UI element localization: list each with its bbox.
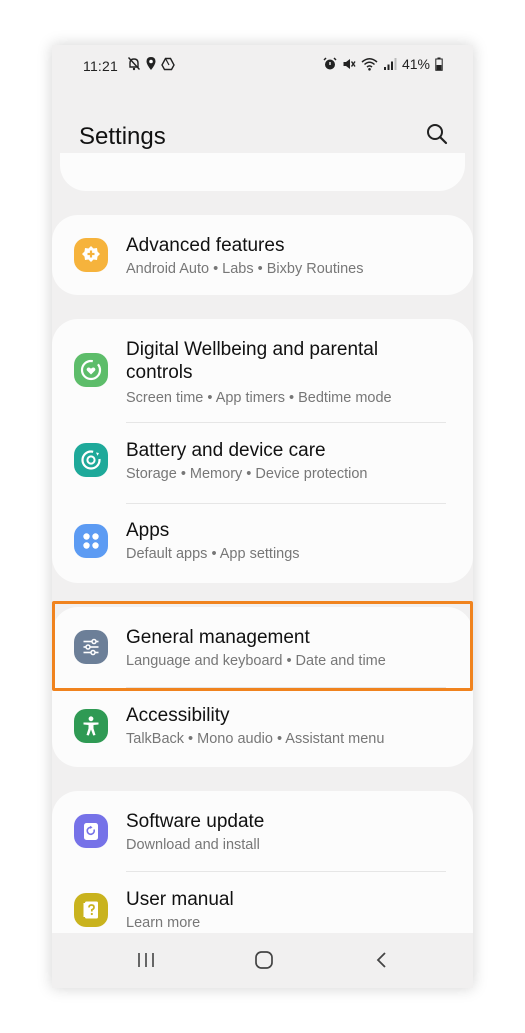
apps-icon [74, 524, 108, 558]
item-accessibility[interactable]: Accessibility TalkBack • Mono audio • As… [52, 688, 473, 767]
alarm-icon [323, 57, 337, 70]
general-management-title: General management [126, 627, 310, 648]
apps-subtitle: Default apps • App settings [126, 546, 300, 562]
drive-icon [161, 57, 175, 70]
accessibility-title: Accessibility [126, 705, 230, 726]
location-icon [146, 57, 156, 70]
signal-icon [383, 58, 397, 70]
home-icon [255, 951, 273, 969]
previous-card-peek [60, 153, 465, 191]
software-update-title: Software update [126, 811, 265, 832]
search-icon [427, 124, 448, 145]
battery-percent: 41% [401, 56, 430, 72]
software-update-icon [74, 814, 108, 848]
accessibility-subtitle: TalkBack • Mono audio • Assistant menu [126, 731, 385, 747]
card-device: Digital Wellbeing and parental controls … [52, 319, 473, 583]
back-icon [376, 952, 386, 968]
item-apps[interactable]: Apps Default apps • App settings [52, 504, 473, 583]
user-manual-title: User manual [126, 889, 234, 910]
apps-title: Apps [126, 520, 170, 541]
battery-icon [435, 57, 443, 71]
status-right-icons: 41% [323, 56, 443, 72]
item-software-update[interactable]: Software update Download and install [52, 791, 473, 871]
recent-apps-button[interactable] [131, 947, 161, 973]
digital-wellbeing-title: Digital Wellbeing and parental controls [126, 339, 379, 383]
recent-apps-icon [138, 953, 154, 967]
search-button[interactable] [422, 119, 452, 149]
digital-wellbeing-subtitle: Screen time • App timers • Bedtime mode [126, 390, 392, 406]
home-button[interactable] [249, 947, 279, 973]
page-title: Settings [79, 123, 166, 150]
battery-device-care-subtitle: Storage • Memory • Device protection [126, 466, 368, 482]
item-advanced-features[interactable]: Advanced features Android Auto • Labs • … [52, 215, 473, 295]
battery-device-care-title: Battery and device care [126, 440, 326, 461]
navigation-bar [52, 933, 473, 988]
wifi-icon [361, 58, 378, 71]
notifications-off-icon [127, 57, 141, 71]
item-general-management[interactable]: General management Language and keyboard… [52, 607, 473, 687]
item-digital-wellbeing[interactable]: Digital Wellbeing and parental controls … [52, 319, 473, 423]
digital-wellbeing-icon [74, 353, 108, 387]
item-battery-device-care[interactable]: Battery and device care Storage • Memory… [52, 423, 473, 503]
advanced-features-subtitle: Android Auto • Labs • Bixby Routines [126, 261, 364, 277]
accessibility-icon [74, 709, 108, 743]
status-time: 11:21 [83, 58, 118, 74]
advanced-features-icon [74, 238, 108, 272]
card-advanced: Advanced features Android Auto • Labs • … [52, 215, 473, 295]
status-left-icons [127, 56, 175, 71]
software-update-subtitle: Download and install [126, 837, 260, 853]
user-manual-subtitle: Learn more [126, 915, 201, 931]
user-manual-icon [74, 893, 108, 927]
status-bar: 11:21 41% [52, 45, 473, 89]
back-button[interactable] [367, 947, 397, 973]
general-management-subtitle: Language and keyboard • Date and time [126, 653, 386, 669]
advanced-features-title: Advanced features [126, 235, 285, 256]
battery-device-care-icon [74, 443, 108, 477]
mute-icon [343, 59, 356, 69]
general-management-icon [74, 630, 108, 664]
phone-screen: 11:21 41% Settings Advanced features And… [52, 45, 473, 988]
card-system: General management Language and keyboard… [52, 607, 473, 767]
